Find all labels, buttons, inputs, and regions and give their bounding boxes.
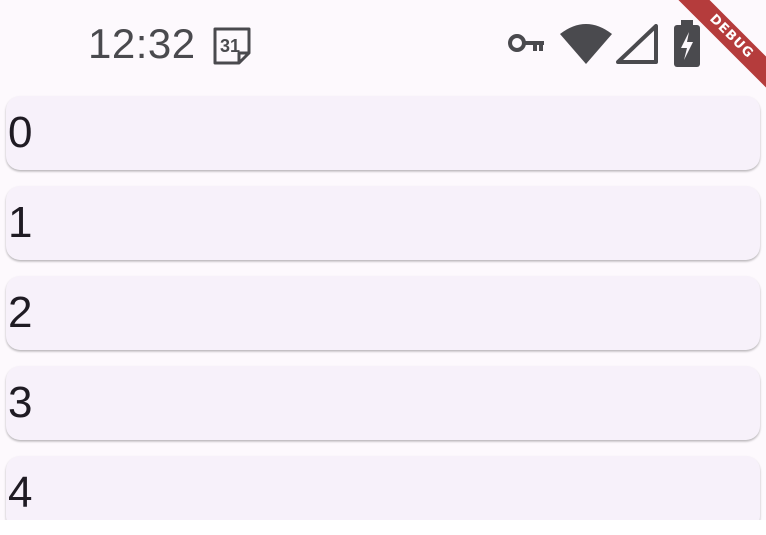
key-icon [508,34,544,52]
status-bar: 12:32 31 DEBUG [0,0,766,98]
wifi-icon [560,24,612,64]
calendar-icon: 31 [213,27,251,65]
list-item[interactable]: 3 [6,366,760,440]
list-item-label: 1 [8,198,33,247]
debug-banner: DEBUG [666,0,766,100]
item-list: 0 1 2 3 4 [6,96,760,520]
list-item[interactable]: 0 [6,96,760,170]
list-item-label: 0 [8,108,33,157]
list-item-label: 2 [8,288,33,337]
list-item[interactable]: 2 [6,276,760,350]
signal-icon [616,24,658,64]
list-item-label: 4 [8,468,33,517]
status-clock: 12:32 [88,20,196,67]
debug-banner-label: DEBUG [670,0,766,98]
calendar-day: 31 [220,36,240,56]
list-item[interactable]: 4 [6,456,760,520]
list-item[interactable]: 1 [6,186,760,260]
app-screen: 12:32 31 DEBUG 0 1 2 3 4 [0,0,766,520]
list-item-label: 3 [8,378,33,427]
